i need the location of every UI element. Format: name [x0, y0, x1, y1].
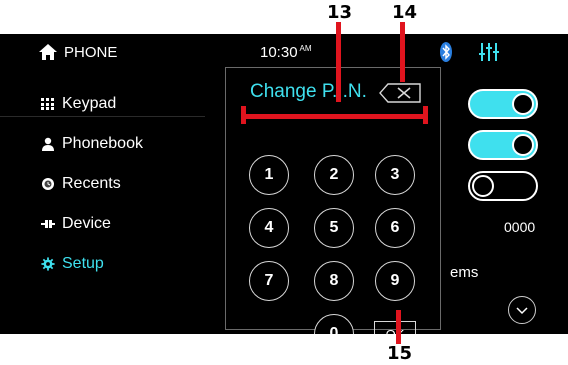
- callout-bracket-right: [423, 106, 428, 124]
- device-icon: [41, 220, 55, 228]
- app-title: PHONE: [64, 44, 118, 61]
- setting-toggle-1[interactable]: [468, 89, 538, 119]
- home-icon[interactable]: [38, 43, 58, 61]
- sidebar-item-device[interactable]: Device: [40, 211, 111, 237]
- sidebar-item-label: Device: [62, 215, 111, 232]
- callout-bracket-left: [241, 106, 246, 124]
- callout-line-keypad: [336, 22, 341, 102]
- phone-screen: PHONE 10:30 AM Keypad Phonebook Recents …: [0, 34, 568, 334]
- keypad-key-0[interactable]: 0: [314, 314, 354, 334]
- pin-value: 0000: [504, 219, 536, 235]
- callout-line-backspace: [400, 22, 405, 82]
- setting-toggle-3[interactable]: [468, 171, 538, 201]
- sidebar-item-label: Phonebook: [62, 135, 143, 152]
- partial-setting-label: ems: [450, 264, 479, 281]
- backspace-button[interactable]: [378, 82, 422, 104]
- dialog-title: Change P.I.N.: [250, 81, 367, 102]
- sidebar-item-label: Setup: [62, 255, 104, 272]
- callout-label-ok: 15: [387, 343, 413, 364]
- toggle-knob: [472, 175, 494, 197]
- callout-bracket-keypad: [241, 114, 428, 119]
- ok-button[interactable]: OK: [374, 321, 416, 334]
- keypad-key-1[interactable]: 1: [249, 155, 289, 195]
- callout-line-ok: [396, 310, 401, 344]
- gear-icon: [41, 257, 55, 271]
- bluetooth-icon: [440, 42, 452, 62]
- keypad-key-9[interactable]: 9: [375, 261, 415, 301]
- keypad-key-6[interactable]: 6: [375, 208, 415, 248]
- clock-ampm: AM: [299, 44, 312, 53]
- keypad-key-4[interactable]: 4: [249, 208, 289, 248]
- callout-label-backspace: 14: [392, 2, 418, 23]
- keypad-icon: [41, 98, 54, 110]
- keypad-key-2[interactable]: 2: [314, 155, 354, 195]
- sidebar: Keypad Phonebook Recents Device Setup: [0, 74, 205, 334]
- sidebar-item-setup[interactable]: Setup: [40, 251, 104, 277]
- sidebar-item-keypad[interactable]: Keypad: [40, 91, 116, 117]
- keypad-key-5[interactable]: 5: [314, 208, 354, 248]
- callout-label-keypad: 13: [327, 2, 353, 23]
- scroll-down-button[interactable]: [508, 296, 536, 324]
- sidebar-item-label: Recents: [62, 175, 121, 192]
- chevron-down-icon: [516, 307, 528, 315]
- keypad-key-8[interactable]: 8: [314, 261, 354, 301]
- keypad-key-3[interactable]: 3: [375, 155, 415, 195]
- clock-time: 10:30: [260, 44, 298, 61]
- keypad-key-7[interactable]: 7: [249, 261, 289, 301]
- sidebar-item-label: Keypad: [62, 95, 117, 112]
- settings-panel: 0000 ems: [450, 74, 568, 334]
- recents-icon: [42, 178, 54, 190]
- sidebar-item-recents[interactable]: Recents: [40, 171, 121, 197]
- setting-toggle-2[interactable]: [468, 130, 538, 160]
- change-pin-dialog: Change P.I.N. 1 2 3 4 5 6 7 8 9 0 OK: [225, 67, 441, 334]
- clock: 10:30 AM: [260, 44, 312, 61]
- equalizer-icon[interactable]: [478, 42, 500, 62]
- sidebar-item-phonebook[interactable]: Phonebook: [40, 131, 143, 157]
- toggle-knob: [512, 134, 534, 156]
- toggle-knob: [512, 93, 534, 115]
- person-icon: [42, 137, 54, 151]
